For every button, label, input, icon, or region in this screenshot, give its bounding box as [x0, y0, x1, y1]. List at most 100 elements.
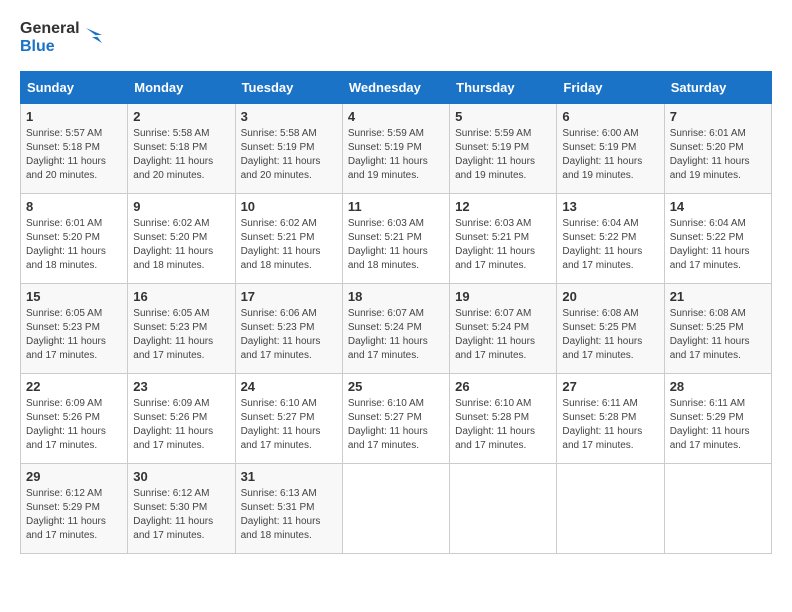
- day-number: 21: [670, 289, 766, 304]
- calendar-cell: [342, 464, 449, 554]
- day-number: 5: [455, 109, 551, 124]
- day-number: 15: [26, 289, 122, 304]
- day-info: Sunrise: 6:04 AMSunset: 5:22 PMDaylight:…: [670, 217, 766, 273]
- calendar-cell: [664, 464, 771, 554]
- page-header: GeneralBlue: [20, 20, 772, 55]
- day-info: Sunrise: 6:11 AMSunset: 5:28 PMDaylight:…: [562, 397, 658, 453]
- weekday-header-wednesday: Wednesday: [342, 72, 449, 104]
- day-number: 1: [26, 109, 122, 124]
- calendar-week-row: 22 Sunrise: 6:09 AMSunset: 5:26 PMDayligh…: [21, 374, 772, 464]
- day-number: 27: [562, 379, 658, 394]
- weekday-header-monday: Monday: [128, 72, 235, 104]
- day-number: 10: [241, 199, 337, 214]
- calendar-week-row: 8 Sunrise: 6:01 AMSunset: 5:20 PMDaylight…: [21, 194, 772, 284]
- day-info: Sunrise: 6:11 AMSunset: 5:29 PMDaylight:…: [670, 397, 766, 453]
- calendar-cell: 28 Sunrise: 6:11 AMSunset: 5:29 PMDayligh…: [664, 374, 771, 464]
- calendar-cell: 31 Sunrise: 6:13 AMSunset: 5:31 PMDayligh…: [235, 464, 342, 554]
- logo-bird-icon: [82, 23, 106, 53]
- logo-general-text: General: [20, 20, 80, 38]
- calendar-cell: 10 Sunrise: 6:02 AMSunset: 5:21 PMDayligh…: [235, 194, 342, 284]
- weekday-header-tuesday: Tuesday: [235, 72, 342, 104]
- calendar-cell: 29 Sunrise: 6:12 AMSunset: 5:29 PMDayligh…: [21, 464, 128, 554]
- calendar-cell: 5 Sunrise: 5:59 AMSunset: 5:19 PMDaylight…: [450, 104, 557, 194]
- logo: GeneralBlue: [20, 20, 106, 55]
- calendar-cell: 17 Sunrise: 6:06 AMSunset: 5:23 PMDayligh…: [235, 284, 342, 374]
- calendar-cell: 11 Sunrise: 6:03 AMSunset: 5:21 PMDayligh…: [342, 194, 449, 284]
- calendar-cell: 20Sunrise: 6:08 AMSunset: 5:25 PMDayligh…: [557, 284, 664, 374]
- day-number: 22: [26, 379, 122, 394]
- calendar-cell: 19 Sunrise: 6:07 AMSunset: 5:24 PMDayligh…: [450, 284, 557, 374]
- weekday-header-thursday: Thursday: [450, 72, 557, 104]
- day-info: Sunrise: 5:58 AMSunset: 5:19 PMDaylight:…: [241, 127, 337, 183]
- day-info: Sunrise: 6:12 AMSunset: 5:30 PMDaylight:…: [133, 487, 229, 543]
- calendar-table: SundayMondayTuesdayWednesdayThursdayFrid…: [20, 71, 772, 554]
- calendar-cell: 24Sunrise: 6:10 AMSunset: 5:27 PMDayligh…: [235, 374, 342, 464]
- calendar-week-row: 29 Sunrise: 6:12 AMSunset: 5:29 PMDayligh…: [21, 464, 772, 554]
- calendar-cell: 25Sunrise: 6:10 AMSunset: 5:27 PMDayligh…: [342, 374, 449, 464]
- day-number: 19: [455, 289, 551, 304]
- calendar-cell: 6Sunrise: 6:00 AMSunset: 5:19 PMDaylight…: [557, 104, 664, 194]
- calendar-cell: 22 Sunrise: 6:09 AMSunset: 5:26 PMDayligh…: [21, 374, 128, 464]
- day-info: Sunrise: 6:06 AMSunset: 5:23 PMDaylight:…: [241, 307, 337, 363]
- day-info: Sunrise: 6:07 AMSunset: 5:24 PMDaylight:…: [348, 307, 444, 363]
- day-number: 3: [241, 109, 337, 124]
- day-number: 17: [241, 289, 337, 304]
- day-number: 18: [348, 289, 444, 304]
- day-number: 25: [348, 379, 444, 394]
- calendar-cell: 4Sunrise: 5:59 AMSunset: 5:19 PMDaylight…: [342, 104, 449, 194]
- weekday-header-sunday: Sunday: [21, 72, 128, 104]
- calendar-cell: 2Sunrise: 5:58 AMSunset: 5:18 PMDaylight…: [128, 104, 235, 194]
- day-number: 11: [348, 199, 444, 214]
- day-number: 14: [670, 199, 766, 214]
- day-info: Sunrise: 6:07 AMSunset: 5:24 PMDaylight:…: [455, 307, 551, 363]
- calendar-cell: [450, 464, 557, 554]
- day-number: 28: [670, 379, 766, 394]
- calendar-cell: 13 Sunrise: 6:04 AMSunset: 5:22 PMDayligh…: [557, 194, 664, 284]
- day-info: Sunrise: 6:02 AMSunset: 5:20 PMDaylight:…: [133, 217, 229, 273]
- calendar-cell: 3 Sunrise: 5:58 AMSunset: 5:19 PMDaylight…: [235, 104, 342, 194]
- calendar-cell: [557, 464, 664, 554]
- day-info: Sunrise: 6:05 AMSunset: 5:23 PMDaylight:…: [133, 307, 229, 363]
- day-info: Sunrise: 6:10 AMSunset: 5:27 PMDaylight:…: [241, 397, 337, 453]
- day-info: Sunrise: 6:13 AMSunset: 5:31 PMDaylight:…: [241, 487, 337, 543]
- day-info: Sunrise: 6:01 AMSunset: 5:20 PMDaylight:…: [670, 127, 766, 183]
- day-number: 12: [455, 199, 551, 214]
- calendar-week-row: 15 Sunrise: 6:05 AMSunset: 5:23 PMDayligh…: [21, 284, 772, 374]
- calendar-cell: 1Sunrise: 5:57 AMSunset: 5:18 PMDaylight…: [21, 104, 128, 194]
- day-info: Sunrise: 6:09 AMSunset: 5:26 PMDaylight:…: [26, 397, 122, 453]
- day-number: 31: [241, 469, 337, 484]
- day-number: 29: [26, 469, 122, 484]
- day-info: Sunrise: 6:03 AMSunset: 5:21 PMDaylight:…: [348, 217, 444, 273]
- calendar-cell: 23Sunrise: 6:09 AMSunset: 5:26 PMDayligh…: [128, 374, 235, 464]
- logo: GeneralBlue: [20, 20, 106, 55]
- day-info: Sunrise: 6:03 AMSunset: 5:21 PMDaylight:…: [455, 217, 551, 273]
- day-number: 26: [455, 379, 551, 394]
- calendar-cell: 21 Sunrise: 6:08 AMSunset: 5:25 PMDayligh…: [664, 284, 771, 374]
- calendar-cell: 14 Sunrise: 6:04 AMSunset: 5:22 PMDayligh…: [664, 194, 771, 284]
- day-number: 13: [562, 199, 658, 214]
- day-info: Sunrise: 5:59 AMSunset: 5:19 PMDaylight:…: [455, 127, 551, 183]
- logo-blue-text: Blue: [20, 38, 80, 56]
- calendar-cell: 26Sunrise: 6:10 AMSunset: 5:28 PMDayligh…: [450, 374, 557, 464]
- calendar-cell: 8 Sunrise: 6:01 AMSunset: 5:20 PMDaylight…: [21, 194, 128, 284]
- day-number: 9: [133, 199, 229, 214]
- day-info: Sunrise: 6:02 AMSunset: 5:21 PMDaylight:…: [241, 217, 337, 273]
- calendar-week-row: 1Sunrise: 5:57 AMSunset: 5:18 PMDaylight…: [21, 104, 772, 194]
- calendar-cell: 7 Sunrise: 6:01 AMSunset: 5:20 PMDaylight…: [664, 104, 771, 194]
- day-info: Sunrise: 6:01 AMSunset: 5:20 PMDaylight:…: [26, 217, 122, 273]
- weekday-header-friday: Friday: [557, 72, 664, 104]
- day-info: Sunrise: 6:08 AMSunset: 5:25 PMDaylight:…: [562, 307, 658, 363]
- day-info: Sunrise: 6:04 AMSunset: 5:22 PMDaylight:…: [562, 217, 658, 273]
- weekday-header-saturday: Saturday: [664, 72, 771, 104]
- weekday-header-row: SundayMondayTuesdayWednesdayThursdayFrid…: [21, 72, 772, 104]
- day-info: Sunrise: 5:59 AMSunset: 5:19 PMDaylight:…: [348, 127, 444, 183]
- calendar-cell: 9 Sunrise: 6:02 AMSunset: 5:20 PMDaylight…: [128, 194, 235, 284]
- day-number: 7: [670, 109, 766, 124]
- calendar-cell: 15 Sunrise: 6:05 AMSunset: 5:23 PMDayligh…: [21, 284, 128, 374]
- day-number: 8: [26, 199, 122, 214]
- day-info: Sunrise: 6:12 AMSunset: 5:29 PMDaylight:…: [26, 487, 122, 543]
- day-info: Sunrise: 6:08 AMSunset: 5:25 PMDaylight:…: [670, 307, 766, 363]
- day-info: Sunrise: 6:05 AMSunset: 5:23 PMDaylight:…: [26, 307, 122, 363]
- day-info: Sunrise: 5:58 AMSunset: 5:18 PMDaylight:…: [133, 127, 229, 183]
- day-number: 16: [133, 289, 229, 304]
